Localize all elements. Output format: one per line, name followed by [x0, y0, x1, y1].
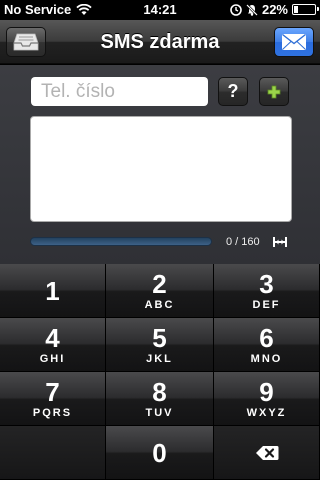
key-number: 9: [259, 376, 274, 407]
key-3[interactable]: 3 DEF: [214, 264, 320, 318]
add-contact-button[interactable]: [259, 77, 289, 106]
key-number: 8: [152, 376, 167, 407]
key-7[interactable]: 7 PQRS: [0, 372, 106, 426]
navigation-bar: SMS zdarma: [0, 20, 320, 64]
key-6[interactable]: 6 MNO: [214, 318, 320, 372]
help-label: ?: [227, 81, 239, 101]
numeric-keypad: 1 2 ABC 3 DEF 4 GHI 5 JKL 6 MNO 7 PQRS 8…: [0, 264, 320, 480]
silent-icon: [246, 3, 258, 16]
key-letters: MNO: [250, 352, 283, 365]
key-2[interactable]: 2 ABC: [106, 264, 214, 318]
backspace-icon: [255, 445, 278, 460]
key-number: 7: [45, 376, 60, 407]
key-number: 1: [45, 275, 60, 306]
battery-percent: 22%: [261, 2, 288, 17]
key-letters: TUV: [145, 406, 174, 419]
alarm-icon: [230, 3, 242, 16]
key-letters: PQRS: [32, 406, 73, 419]
send-button[interactable]: [274, 27, 314, 57]
message-textarea[interactable]: [30, 116, 292, 222]
key-number: 0: [152, 437, 167, 468]
key-4[interactable]: 4 GHI: [0, 318, 106, 372]
key-letters: WXYZ: [246, 406, 287, 419]
character-progress-bar: [30, 237, 212, 246]
key-letters: DEF: [252, 298, 281, 311]
compose-area: ? 0 / 160: [0, 65, 320, 264]
key-number: 4: [45, 322, 60, 353]
key-5[interactable]: 5 JKL: [106, 318, 214, 372]
phone-number-input[interactable]: [31, 77, 208, 106]
key-number: 5: [152, 322, 167, 353]
key-9[interactable]: 9 WXYZ: [214, 372, 320, 426]
key-8[interactable]: 8 TUV: [106, 372, 214, 426]
battery-icon: [292, 4, 319, 15]
resize-icon[interactable]: [272, 236, 288, 248]
status-right: 22%: [230, 2, 319, 17]
key-0[interactable]: 0: [106, 426, 214, 480]
plus-icon: [267, 85, 281, 98]
envelope-icon: [282, 33, 306, 50]
status-bar: No Service 14:21 22%: [0, 0, 320, 20]
character-counter: 0 / 160: [226, 236, 260, 248]
key-blank: [0, 426, 106, 480]
key-1[interactable]: 1: [0, 264, 106, 318]
key-number: 2: [152, 268, 167, 299]
key-letters: ABC: [144, 298, 175, 311]
key-letters: JKL: [146, 352, 173, 365]
help-button[interactable]: ?: [218, 77, 248, 106]
delete-key[interactable]: [214, 426, 320, 480]
page-title: SMS zdarma: [100, 31, 220, 53]
key-letters: GHI: [39, 352, 66, 365]
key-number: 6: [259, 322, 274, 353]
battery-level: [294, 6, 299, 13]
key-number: 3: [259, 268, 274, 299]
